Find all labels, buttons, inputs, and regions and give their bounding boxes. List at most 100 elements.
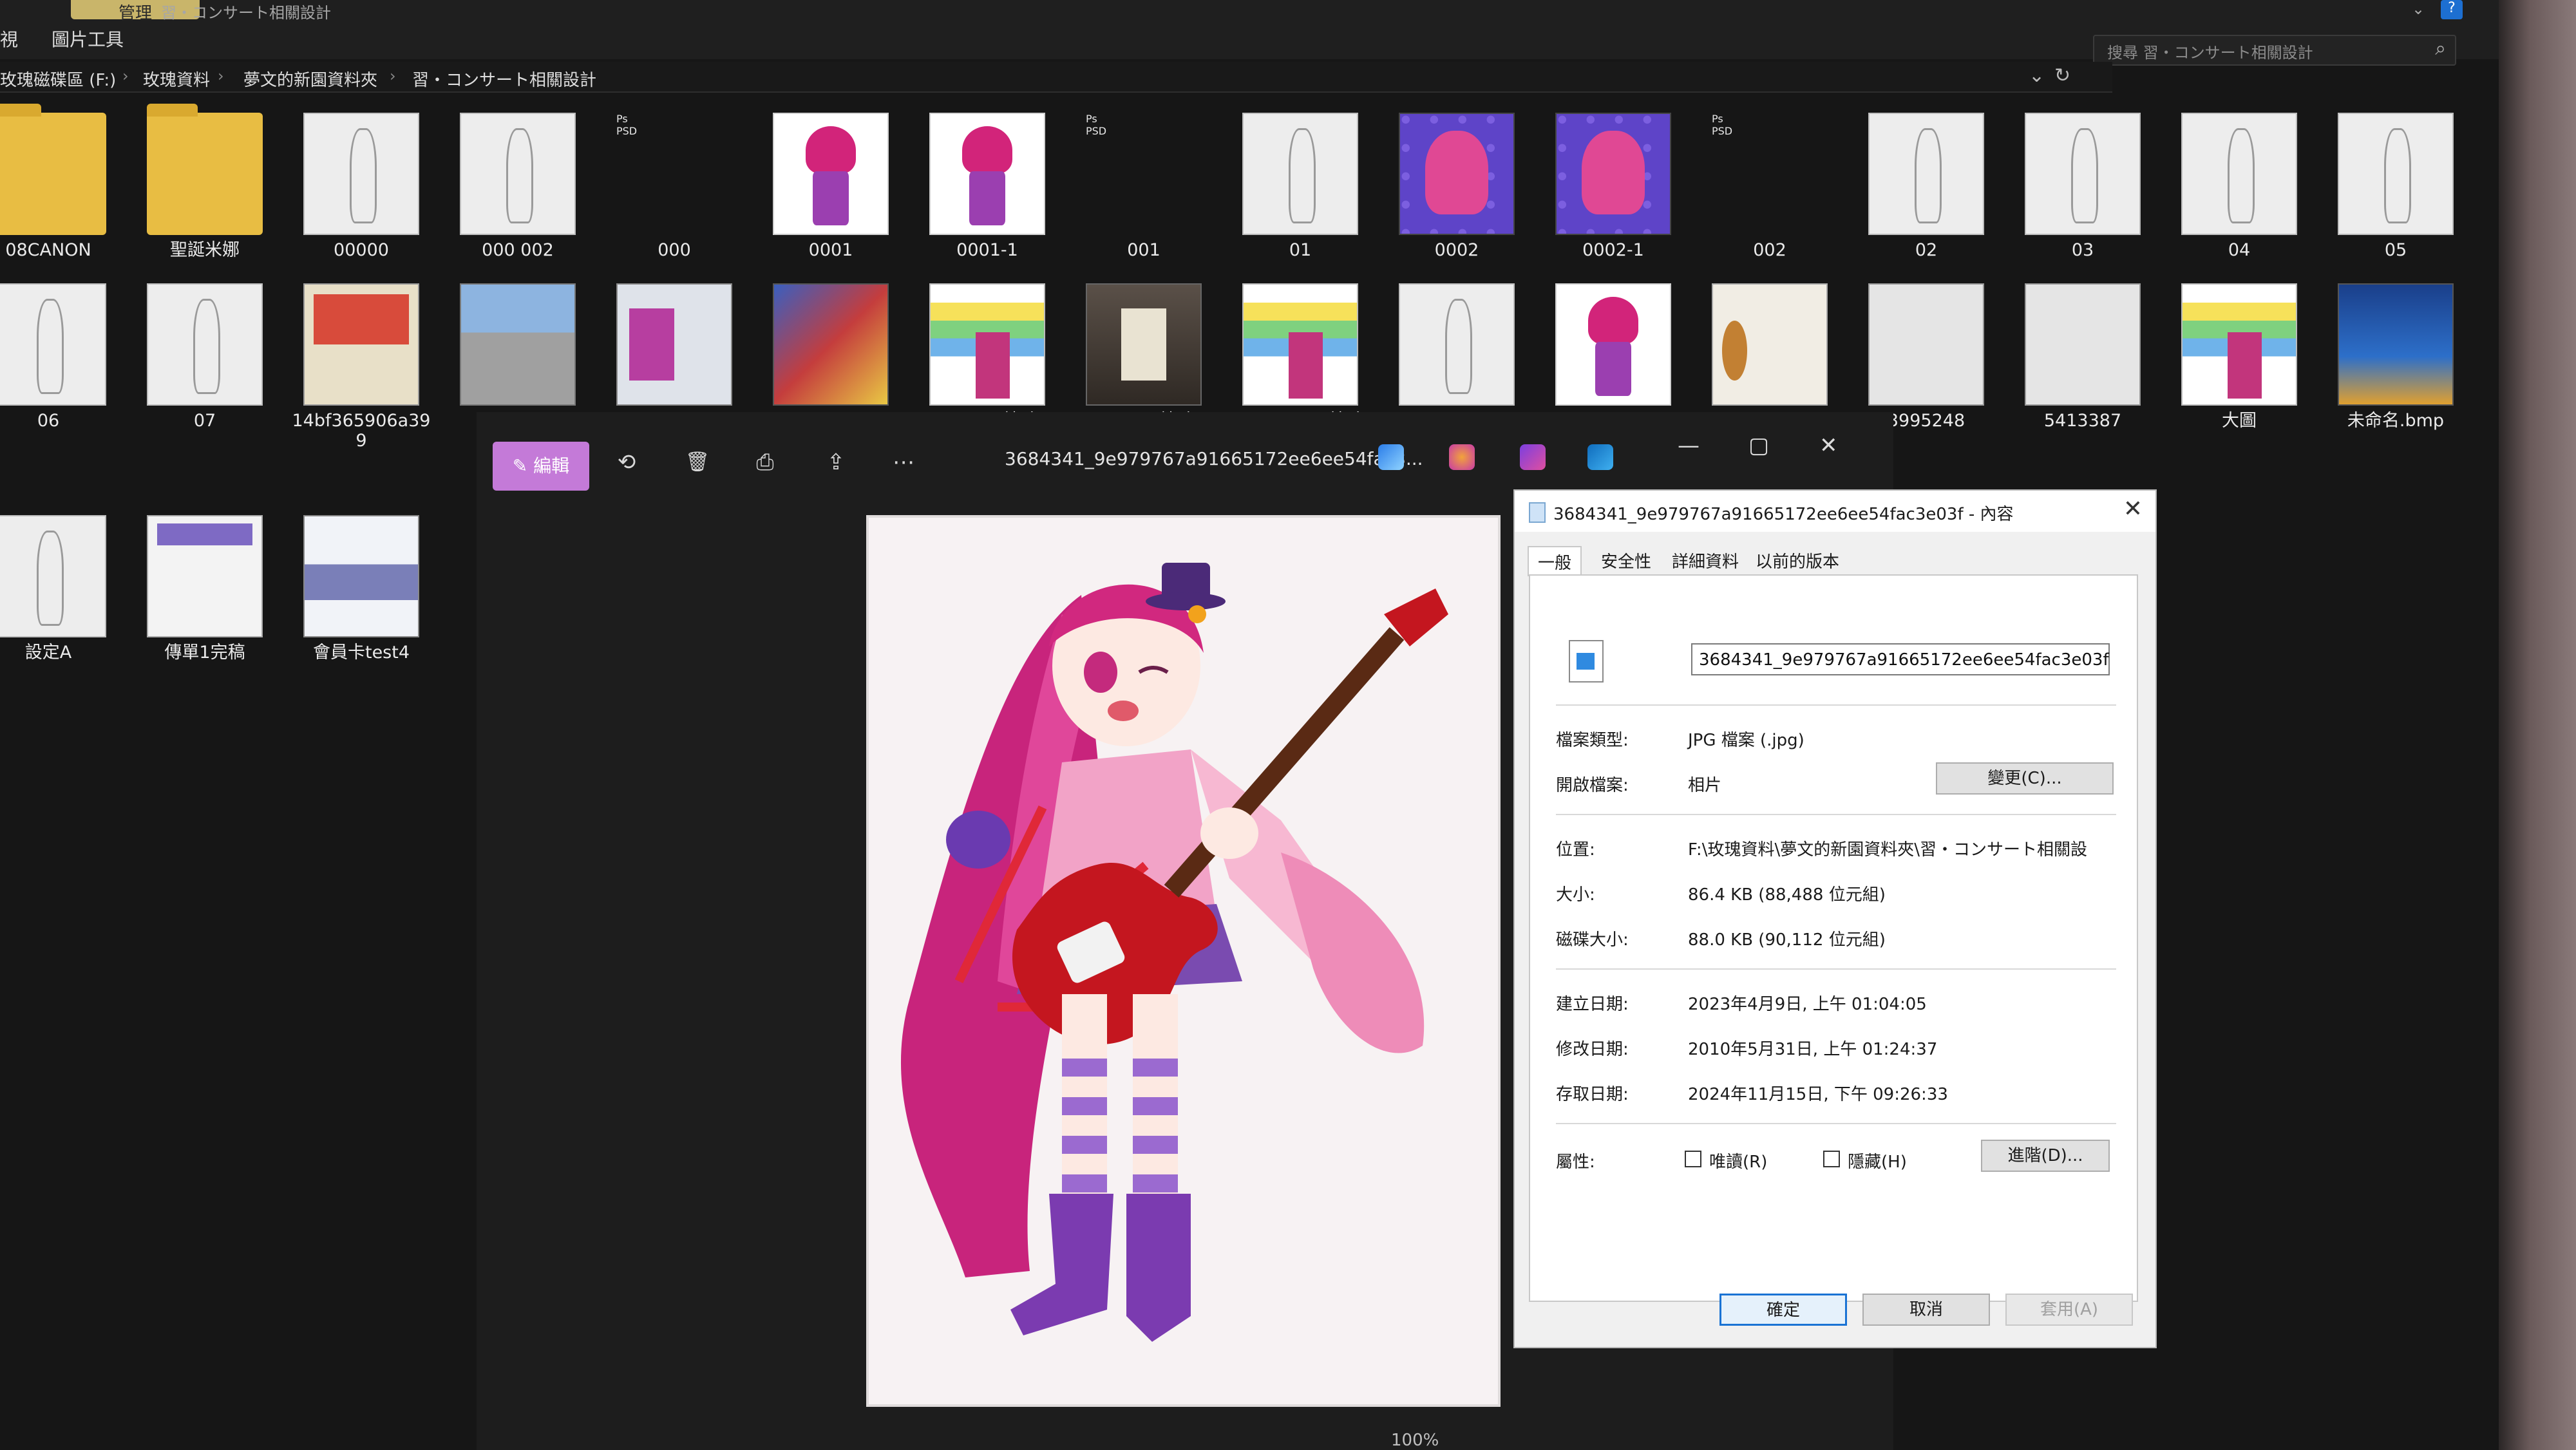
file-tile[interactable]: Ps PSD 002 bbox=[1696, 113, 1844, 267]
edit-image-button[interactable]: ✎ 編輯 bbox=[493, 442, 589, 491]
filename-field[interactable]: 3684341_9e979767a91665172ee6ee54fac3e03f bbox=[1691, 643, 2110, 675]
file-name: 0002 bbox=[1434, 240, 1479, 260]
image-thumbnail bbox=[1868, 283, 1984, 406]
search-box[interactable]: 搜尋 習・コンサート相關設計 ⌕ bbox=[2093, 35, 2456, 66]
ribbon-collapse-icon[interactable]: ⌄ bbox=[2412, 0, 2425, 18]
file-tile[interactable]: Ps PSD 000 bbox=[600, 113, 748, 267]
file-tile[interactable]: 設定A bbox=[0, 515, 122, 670]
file-name: 0001 bbox=[808, 240, 853, 260]
file-tile[interactable]: 聖誕米娜 bbox=[131, 104, 279, 267]
ok-button[interactable]: 確定 bbox=[1719, 1294, 1847, 1326]
file-tile[interactable]: 000 002 bbox=[444, 113, 592, 267]
advanced-button[interactable]: 進階(D)... bbox=[1981, 1140, 2110, 1172]
image-thumbnail bbox=[1555, 113, 1671, 235]
more-options-icon[interactable]: ⋯ bbox=[886, 444, 922, 480]
hidden-label[interactable]: 隱藏(H) bbox=[1848, 1149, 1907, 1172]
image-thumbnail bbox=[2181, 283, 2297, 406]
readonly-checkbox[interactable] bbox=[1685, 1151, 1701, 1167]
file-name: 00000 bbox=[334, 240, 389, 260]
file-tile[interactable]: 00000 bbox=[287, 113, 435, 267]
share-icon[interactable]: ⇪ bbox=[818, 444, 854, 480]
file-name: 5413387 bbox=[2043, 411, 2122, 431]
breadcrumb-separator: › bbox=[122, 67, 129, 85]
tab-previous-versions[interactable]: 以前的版本 bbox=[1747, 546, 1848, 575]
clipchamp-app-icon[interactable] bbox=[1449, 444, 1475, 470]
image-thumbnail bbox=[2338, 113, 2454, 235]
file-tile[interactable]: 0001 bbox=[757, 113, 905, 267]
onedrive-icon[interactable] bbox=[1587, 444, 1613, 470]
file-icon bbox=[1529, 502, 1546, 523]
file-name: 04 bbox=[2228, 240, 2251, 260]
rotate-icon[interactable]: ⟲ bbox=[609, 444, 645, 480]
tab-details[interactable]: 詳細資料 bbox=[1663, 546, 1748, 575]
file-tile[interactable]: 08CANON bbox=[0, 104, 122, 267]
breadcrumb-folder-2[interactable]: 夢文的新園資料夾 bbox=[243, 67, 377, 91]
image-thumbnail bbox=[929, 283, 1045, 406]
size-on-disk-value: 88.0 KB (90,112 位元組) bbox=[1688, 930, 1886, 950]
modified-label: 修改日期: bbox=[1556, 1040, 1629, 1059]
image-thumbnail bbox=[1555, 283, 1671, 406]
file-tile[interactable]: 會員卡test4 bbox=[287, 515, 435, 670]
cancel-button[interactable]: 取消 bbox=[1862, 1294, 1990, 1326]
search-icon[interactable]: ⌕ bbox=[2435, 37, 2446, 60]
hidden-checkbox[interactable] bbox=[1823, 1151, 1840, 1167]
zoom-level[interactable]: 100% bbox=[1391, 1431, 1439, 1450]
ribbon-tab-view[interactable]: 視 bbox=[0, 26, 18, 52]
help-icon[interactable]: ? bbox=[2441, 0, 2463, 19]
file-tile[interactable]: 02 bbox=[1852, 113, 2000, 267]
file-tile[interactable]: 5413387 bbox=[2009, 283, 2157, 438]
file-tile[interactable]: 未命名.bmp bbox=[2322, 283, 2470, 438]
video-editor-app-icon[interactable] bbox=[1520, 444, 1546, 470]
image-thumbnail bbox=[929, 113, 1045, 235]
attributes-label: 屬性: bbox=[1556, 1153, 1595, 1172]
address-dropdown-icon[interactable]: ⌄ bbox=[2029, 64, 2045, 87]
file-tile[interactable]: 傳單1完稿 bbox=[131, 515, 279, 670]
file-tile[interactable]: Ps PSD 001 bbox=[1070, 113, 1218, 267]
ps-logo-text: Ps bbox=[1086, 113, 1097, 125]
breadcrumb-folder-1[interactable]: 玫瑰資料 bbox=[143, 67, 210, 91]
file-name: 000 bbox=[658, 240, 691, 260]
file-tile[interactable]: 05 bbox=[2322, 113, 2470, 267]
divider bbox=[1556, 968, 2116, 970]
designer-app-icon[interactable] bbox=[1378, 444, 1404, 470]
file-tile[interactable]: 07 bbox=[131, 283, 279, 438]
refresh-icon[interactable]: ↻ bbox=[2054, 64, 2070, 87]
viewer-maximize-button[interactable]: ▢ bbox=[1748, 433, 1769, 458]
file-tile[interactable]: 0001-1 bbox=[913, 113, 1061, 267]
viewer-minimize-button[interactable]: — bbox=[1678, 433, 1700, 458]
file-name: 001 bbox=[1127, 240, 1160, 260]
file-tile[interactable]: 01 bbox=[1226, 113, 1374, 267]
file-tile[interactable]: 14bf365906a399 bbox=[287, 283, 435, 451]
file-name: 000 002 bbox=[482, 240, 554, 260]
breadcrumb-drive[interactable]: 玫瑰磁碟區 (F:) bbox=[0, 67, 116, 91]
file-tile[interactable]: 0002-1 bbox=[1539, 113, 1687, 267]
file-tile[interactable]: 03 bbox=[2009, 113, 2157, 267]
file-tile[interactable]: 大圖 bbox=[2165, 283, 2313, 438]
file-tile[interactable]: 04 bbox=[2165, 113, 2313, 267]
search-input[interactable]: 搜尋 習・コンサート相關設計 bbox=[2107, 40, 2313, 62]
file-tile[interactable]: 0002 bbox=[1383, 113, 1531, 267]
apply-button[interactable]: 套用(A) bbox=[2005, 1294, 2133, 1326]
ribbon-tab-picture-tools[interactable]: 圖片工具 bbox=[52, 26, 124, 52]
dialog-close-button[interactable]: ✕ bbox=[2123, 496, 2143, 522]
tab-security[interactable]: 安全性 bbox=[1592, 546, 1660, 575]
change-button[interactable]: 變更(C)... bbox=[1936, 762, 2114, 795]
ps-logo-text: Ps bbox=[616, 113, 628, 125]
print-icon[interactable]: ⎙ bbox=[747, 444, 783, 480]
address-bar[interactable]: 玫瑰磁碟區 (F:) › 玫瑰資料 › 夢文的新園資料夾 › 習・コンサート相關… bbox=[0, 62, 2112, 93]
viewer-close-button[interactable]: ✕ bbox=[1819, 433, 1838, 458]
displayed-photo[interactable] bbox=[866, 515, 1501, 1407]
psd-label: PSD bbox=[1712, 125, 1733, 137]
psd-label: PSD bbox=[1086, 125, 1107, 137]
file-tile[interactable]: 06 bbox=[0, 283, 122, 438]
psd-label: PSD bbox=[616, 125, 638, 137]
breadcrumb-current-folder[interactable]: 習・コンサート相關設計 bbox=[412, 67, 596, 91]
dialog-title-bar[interactable]: 3684341_9e979767a91665172ee6ee54fac3e03f… bbox=[1515, 491, 2155, 532]
tab-general[interactable]: 一般 bbox=[1528, 546, 1582, 576]
image-thumbnail bbox=[1712, 283, 1828, 406]
image-thumbnail bbox=[2025, 283, 2141, 406]
readonly-label[interactable]: 唯讀(R) bbox=[1709, 1149, 1767, 1172]
file-name: 聖誕米娜 bbox=[170, 240, 240, 260]
delete-icon[interactable]: 🗑 bbox=[679, 444, 715, 480]
file-type-label: 檔案類型: bbox=[1556, 731, 1629, 750]
